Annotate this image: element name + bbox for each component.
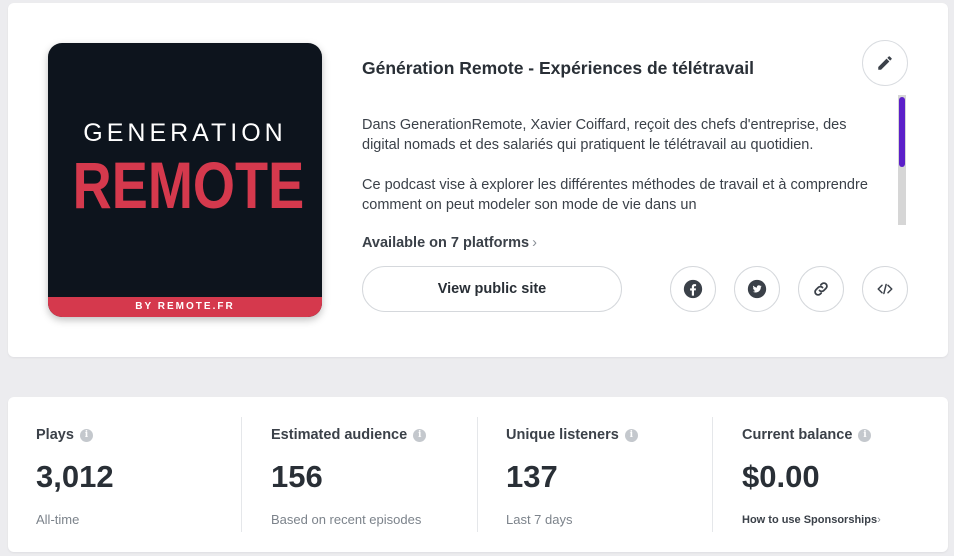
- cover-title-line1: GENERATION: [83, 119, 287, 147]
- cover-band: BY REMOTE.FR: [48, 297, 322, 317]
- stats-card: Plays i 3,012 All-time Estimated audience…: [8, 397, 948, 552]
- divider: [477, 417, 478, 532]
- info-icon[interactable]: i: [858, 428, 872, 442]
- description-paragraph: Dans GenerationRemote, Xavier Coiffard, …: [362, 117, 847, 153]
- podcast-card: GENERATION REMOTE BY REMOTE.FR Génératio…: [8, 3, 948, 357]
- cover-title-line2: REMOTE: [72, 148, 305, 222]
- edit-button[interactable]: [862, 40, 908, 86]
- divider: [241, 417, 242, 532]
- stat-label: Unique listeners i: [506, 427, 638, 443]
- stat-subtitle: Based on recent episodes: [271, 512, 422, 527]
- podcast-cover-art: GENERATION REMOTE BY REMOTE.FR: [48, 43, 322, 317]
- podcast-title: Génération Remote - Expériences de télét…: [362, 58, 754, 78]
- facebook-icon: [683, 279, 703, 299]
- stat-value: 3,012: [36, 459, 114, 494]
- share-facebook-button[interactable]: [670, 266, 716, 312]
- podcast-description: Dans GenerationRemote, Xavier Coiffard, …: [362, 115, 887, 225]
- chevron-right-icon: ›: [877, 514, 881, 526]
- divider: [712, 417, 713, 532]
- embed-code-button[interactable]: [862, 266, 908, 312]
- description-scrollbar[interactable]: [898, 95, 906, 225]
- share-twitter-button[interactable]: [734, 266, 780, 312]
- twitter-icon: [747, 279, 767, 299]
- pencil-icon: [878, 56, 892, 70]
- link-icon: [814, 282, 828, 296]
- chevron-right-icon: ›: [532, 235, 537, 251]
- stat-label: Current balance i: [742, 427, 872, 443]
- description-paragraph: Ce podcast vise à explorer les différent…: [362, 177, 868, 213]
- stat-value: $0.00: [742, 459, 820, 494]
- view-public-site-button[interactable]: View public site: [362, 266, 622, 312]
- embed-code-icon: [877, 283, 893, 295]
- info-icon[interactable]: i: [624, 428, 638, 442]
- sponsorships-link[interactable]: How to use Sponsorships›: [742, 514, 881, 526]
- info-icon[interactable]: i: [79, 428, 93, 442]
- stat-value: 156: [271, 459, 323, 494]
- scrollbar-thumb[interactable]: [899, 97, 905, 167]
- description-scroll-area[interactable]: Dans GenerationRemote, Xavier Coiffard, …: [362, 95, 908, 225]
- stat-subtitle: All-time: [36, 512, 80, 527]
- platforms-label: Available on 7 platforms: [362, 235, 530, 251]
- copy-link-button[interactable]: [798, 266, 844, 312]
- info-icon[interactable]: i: [413, 428, 427, 442]
- stat-subtitle: Last 7 days: [506, 512, 573, 527]
- stat-label: Estimated audience i: [271, 427, 427, 443]
- stat-value: 137: [506, 459, 558, 494]
- stat-label: Plays i: [36, 427, 93, 443]
- platforms-link[interactable]: Available on 7 platforms ›: [362, 235, 537, 251]
